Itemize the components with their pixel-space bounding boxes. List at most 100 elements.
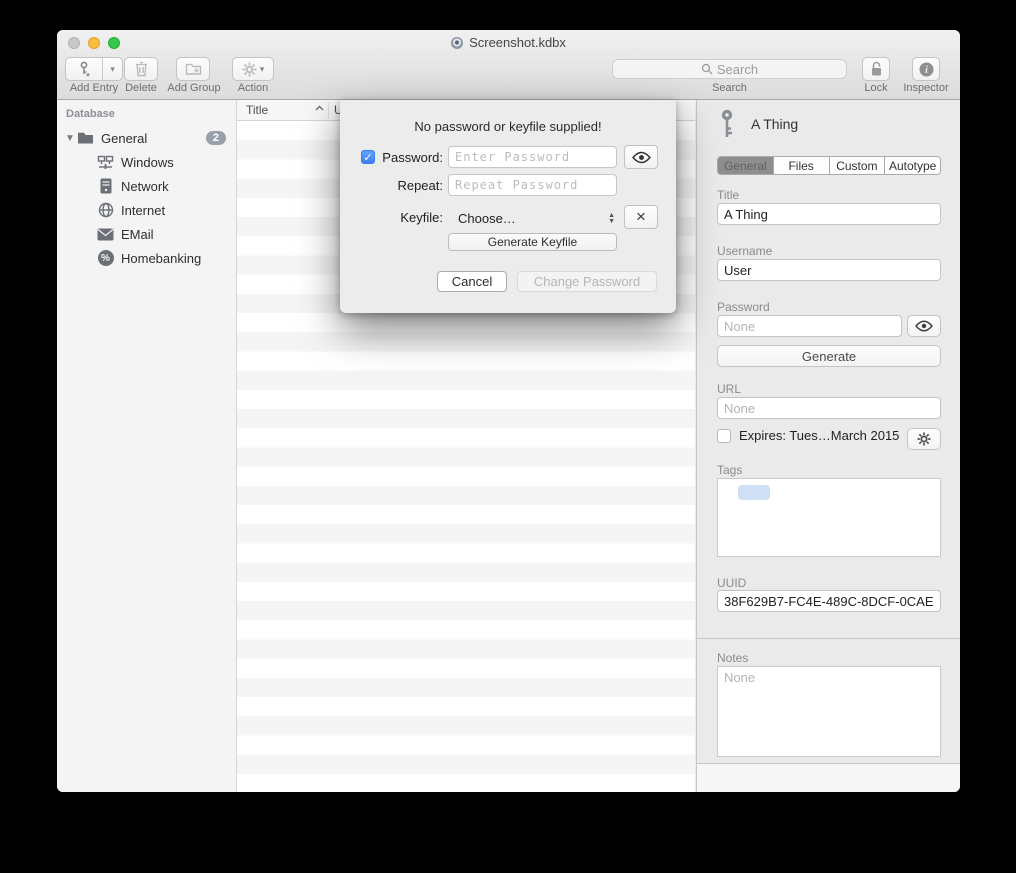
- info-icon: i: [919, 62, 934, 77]
- inspector-label: Inspector: [897, 82, 955, 94]
- add-entry-label: Add Entry: [65, 82, 123, 94]
- url-field[interactable]: [717, 397, 941, 419]
- gear-icon: [242, 62, 257, 77]
- password-field[interactable]: [717, 315, 902, 337]
- dialog-show-password-button[interactable]: [624, 145, 658, 169]
- delete-button[interactable]: [124, 57, 158, 81]
- gear-icon: [917, 432, 931, 446]
- expires-settings-button[interactable]: [907, 428, 941, 450]
- add-group-label: Add Group: [163, 82, 225, 94]
- eye-icon: [915, 320, 933, 332]
- title-label: Title: [717, 188, 739, 202]
- lock-label: Lock: [862, 82, 890, 94]
- cancel-button[interactable]: Cancel: [437, 271, 507, 292]
- notes-field[interactable]: [717, 666, 941, 757]
- tab-custom[interactable]: Custom: [830, 157, 886, 174]
- sort-ascending-icon: [315, 105, 324, 111]
- password-label: Password: [717, 300, 770, 314]
- globe-icon: [97, 202, 114, 219]
- title-field[interactable]: [717, 203, 941, 225]
- close-x-icon: ×: [636, 207, 646, 227]
- uuid-field[interactable]: 38F629B7-FC4E-489C-8DCF-0CAE: [717, 590, 941, 612]
- key-icon: [717, 108, 737, 140]
- titlebar[interactable]: Screenshot.kdbx: [57, 30, 960, 56]
- action-chevron-icon: ▾: [260, 64, 265, 75]
- sidebar-item-windows[interactable]: Windows: [57, 150, 236, 174]
- expires-label: Expires: Tues…March 2015: [739, 428, 899, 443]
- sidebar: Database ▼ General 2 Windows: [57, 100, 237, 792]
- add-group-button[interactable]: [176, 57, 210, 81]
- sidebar-item-general[interactable]: ▼ General 2: [57, 126, 236, 150]
- sidebar-section-header: Database: [66, 108, 115, 120]
- inspector-panel: A Thing General Files Custom Autotype Ti…: [696, 100, 960, 792]
- toolbar: ▾ Add Entry Delete: [57, 56, 960, 100]
- search-input[interactable]: Search: [612, 59, 847, 79]
- action-label: Action: [232, 82, 274, 94]
- generate-button[interactable]: Generate: [717, 345, 941, 367]
- sidebar-item-homebanking[interactable]: % Homebanking: [57, 246, 236, 270]
- dialog-repeat-input[interactable]: [448, 174, 617, 196]
- search-icon: [701, 63, 713, 75]
- folder-plus-icon: [185, 62, 202, 76]
- tags-field[interactable]: [717, 478, 941, 557]
- generate-keyfile-button[interactable]: Generate Keyfile: [448, 233, 617, 251]
- sidebar-item-label: Internet: [121, 203, 165, 218]
- tab-files[interactable]: Files: [774, 157, 830, 174]
- lock-button[interactable]: [862, 57, 890, 81]
- search-placeholder: Search: [717, 62, 758, 77]
- sidebar-item-internet[interactable]: Internet: [57, 198, 236, 222]
- sheet-message: No password or keyfile supplied!: [340, 119, 676, 134]
- app-window: Screenshot.kdbx ▾ Add Entry: [57, 30, 960, 792]
- inspector-tabs: General Files Custom Autotype: [717, 156, 941, 175]
- disclosure-triangle-icon[interactable]: ▼: [63, 133, 77, 144]
- delete-label: Delete: [117, 82, 165, 94]
- document-proxy-icon: [451, 37, 463, 49]
- windows-network-icon: [97, 154, 114, 171]
- change-password-button[interactable]: Change Password: [517, 271, 657, 292]
- sidebar-item-label: Homebanking: [121, 251, 201, 266]
- add-entry-dropdown[interactable]: ▾: [103, 58, 122, 80]
- dialog-password-input[interactable]: [448, 146, 617, 168]
- key-plus-icon: [66, 58, 102, 80]
- add-entry-button[interactable]: ▾: [65, 57, 123, 81]
- column-header-title[interactable]: Title: [246, 103, 268, 117]
- clear-keyfile-button[interactable]: ×: [624, 205, 658, 229]
- dialog-keyfile-label: Keyfile:: [340, 210, 443, 225]
- window-header: Screenshot.kdbx ▾ Add Entry: [57, 30, 960, 100]
- folder-icon: [77, 130, 94, 147]
- expires-checkbox[interactable]: [717, 429, 731, 443]
- username-field[interactable]: [717, 259, 941, 281]
- eye-icon: [632, 151, 651, 164]
- tab-general[interactable]: General: [718, 157, 774, 174]
- notes-label: Notes: [717, 651, 748, 665]
- percent-icon: %: [97, 250, 114, 267]
- sidebar-item-email[interactable]: EMail: [57, 222, 236, 246]
- search-label: Search: [612, 82, 847, 94]
- sidebar-item-label: Network: [121, 179, 169, 194]
- show-password-button[interactable]: [907, 315, 941, 337]
- change-password-sheet: No password or keyfile supplied! ✓ Passw…: [340, 100, 676, 313]
- sidebar-item-label: EMail: [121, 227, 154, 242]
- keyfile-popup[interactable]: Choose… ▲▼: [448, 206, 617, 230]
- tab-autotype[interactable]: Autotype: [885, 157, 940, 174]
- expires-row: Expires: Tues…March 2015: [717, 428, 899, 443]
- tag-token[interactable]: [738, 485, 770, 500]
- dialog-repeat-label: Repeat:: [340, 178, 443, 193]
- stepper-icon: ▲▼: [608, 213, 615, 224]
- username-label: Username: [717, 244, 772, 258]
- uuid-label: UUID: [717, 576, 746, 590]
- action-button[interactable]: ▾: [232, 57, 274, 81]
- sidebar-item-network[interactable]: Network: [57, 174, 236, 198]
- inspector-footer: [697, 764, 960, 792]
- entry-count-badge: 2: [206, 131, 226, 145]
- window-title: Screenshot.kdbx: [469, 35, 566, 50]
- sidebar-item-label: Windows: [121, 155, 174, 170]
- dialog-password-label: Password:: [340, 150, 443, 165]
- inspector-button[interactable]: i: [912, 57, 940, 81]
- sidebar-item-label: General: [101, 131, 147, 146]
- tags-label: Tags: [717, 463, 742, 477]
- trash-icon: [134, 61, 149, 77]
- keyfile-popup-value: Choose…: [448, 211, 516, 226]
- envelope-icon: [97, 226, 114, 243]
- server-icon: [97, 178, 114, 195]
